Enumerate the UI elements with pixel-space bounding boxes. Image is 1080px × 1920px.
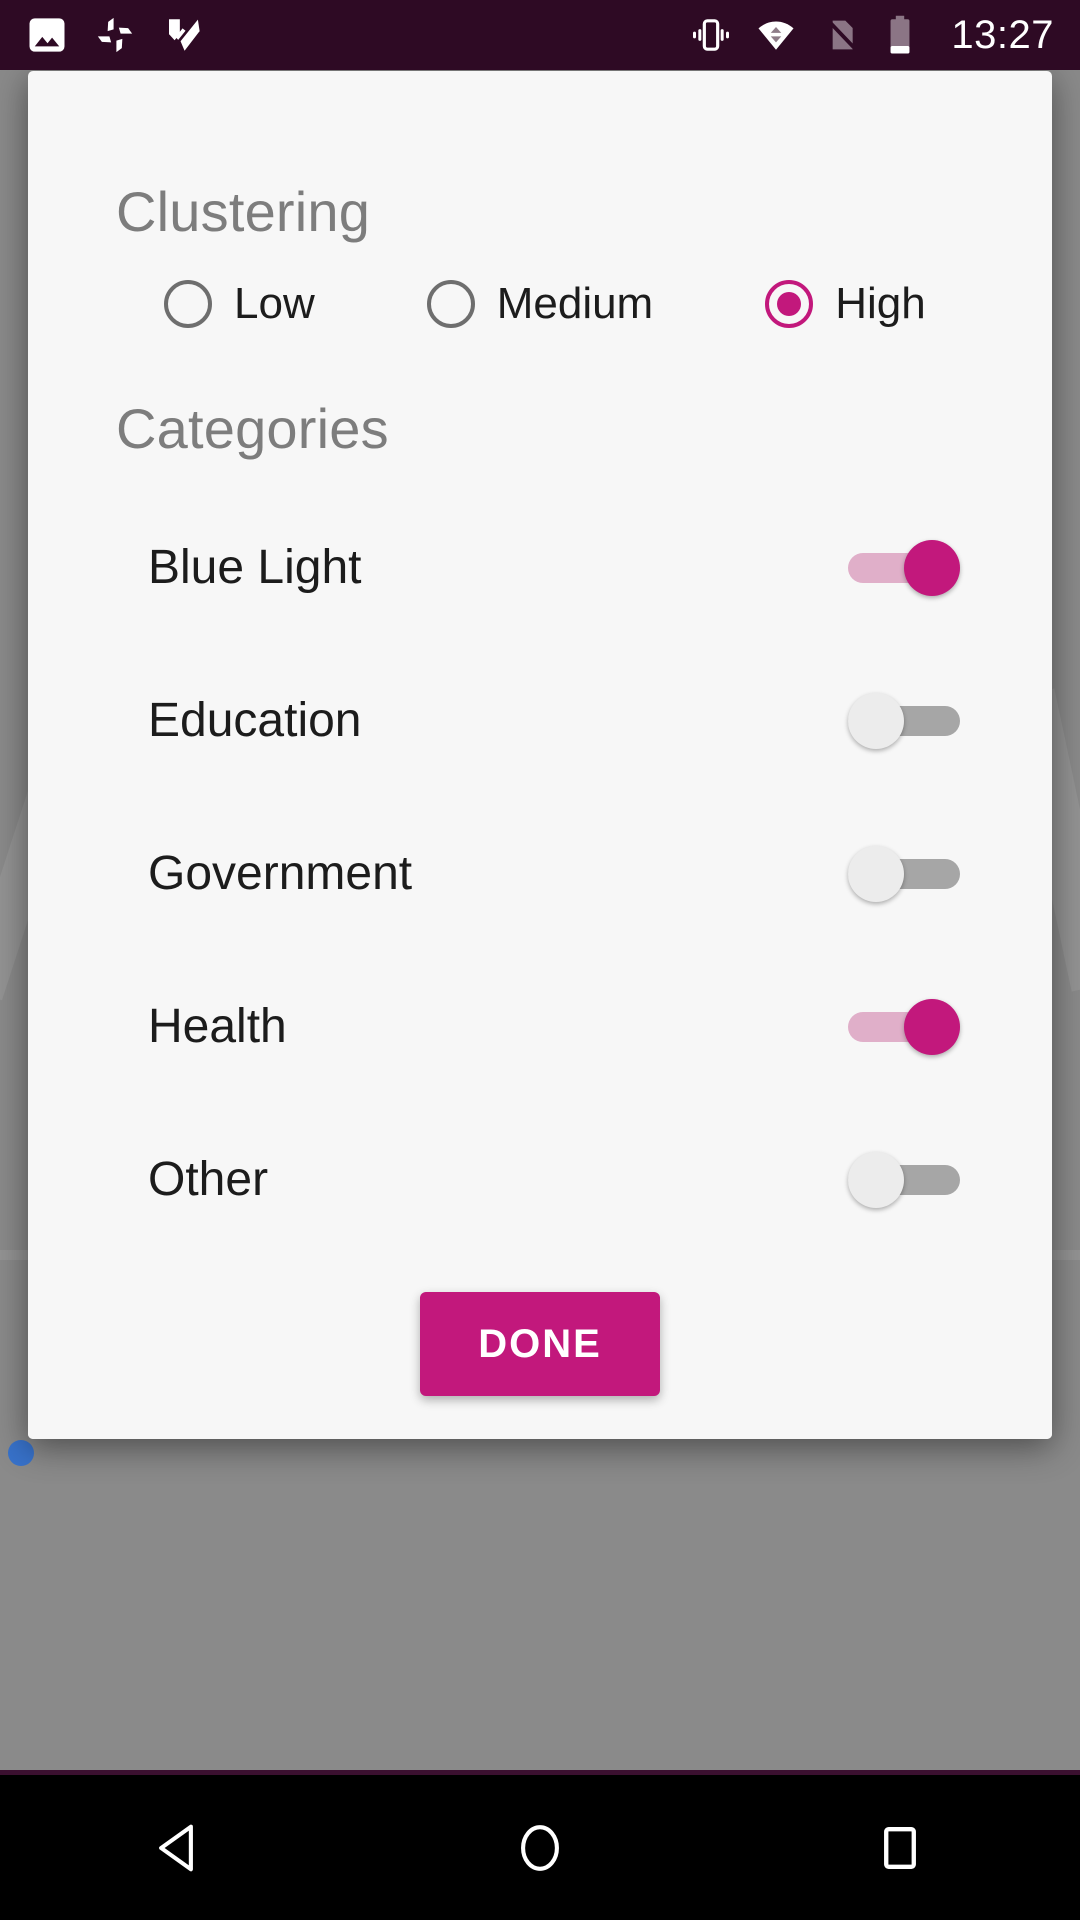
- dialog-scroll-area[interactable]: Clustering Low Medium High Categories Bl…: [28, 71, 1052, 1280]
- toggle-thumb: [904, 539, 960, 596]
- home-circle-icon: [521, 1824, 559, 1871]
- system-status-icons: 13:27: [691, 13, 1054, 58]
- no-sim-icon: [826, 18, 858, 51]
- phone-screen: 13:27 Clustering Low Medium High Categor…: [0, 0, 1080, 1920]
- category-toggle-government[interactable]: [848, 845, 960, 902]
- categories-section-title: Categories: [116, 397, 389, 460]
- checkmark-icon: [169, 19, 200, 51]
- categories-list: Blue Light Education Government Health O…: [28, 491, 1052, 1280]
- category-label: Other: [148, 1153, 269, 1206]
- category-row-health[interactable]: Health: [28, 950, 1052, 1103]
- category-toggle-health[interactable]: [848, 998, 960, 1055]
- clustering-option-label: High: [835, 279, 926, 328]
- category-label: Education: [148, 694, 362, 747]
- category-label: Government: [148, 847, 413, 900]
- recents-square-icon: [884, 1826, 916, 1869]
- clustering-settings-dialog: Clustering Low Medium High Categories Bl…: [28, 71, 1052, 1439]
- navigation-bar: [0, 1775, 1080, 1920]
- category-row-education[interactable]: Education: [28, 644, 1052, 797]
- toggle-thumb: [848, 1151, 904, 1208]
- category-toggle-other[interactable]: [848, 1151, 960, 1208]
- back-button[interactable]: [100, 1775, 260, 1920]
- image-icon: [29, 18, 65, 52]
- notification-icons: [26, 14, 204, 56]
- category-label: Health: [148, 1000, 287, 1053]
- clustering-option-low[interactable]: Low: [164, 279, 315, 329]
- back-triangle-icon: [159, 1824, 193, 1871]
- toggle-thumb: [848, 845, 904, 902]
- category-toggle-education[interactable]: [848, 692, 960, 749]
- clustering-option-label: Medium: [496, 279, 654, 328]
- toggle-thumb: [904, 998, 960, 1055]
- battery-low-icon: [890, 15, 910, 54]
- status-bar-clock: 13:27: [951, 12, 1054, 57]
- done-button[interactable]: DONE: [420, 1292, 660, 1396]
- status-bar: 13:27: [0, 0, 1080, 70]
- category-row-public[interactable]: Public: [28, 1256, 1052, 1280]
- clustering-option-medium[interactable]: Medium: [426, 279, 654, 329]
- radio-dot: [777, 292, 802, 316]
- dialog-action-bar: DONE: [28, 1280, 1052, 1439]
- category-row-government[interactable]: Government: [28, 797, 1052, 950]
- clustering-section-title: Clustering: [116, 180, 371, 243]
- wifi-icon: [758, 21, 794, 50]
- radio-unchecked-icon: [426, 280, 475, 328]
- toggle-thumb: [848, 692, 904, 749]
- category-toggle-blue-light[interactable]: [848, 539, 960, 596]
- radio-checked-icon: [765, 280, 814, 328]
- clustering-option-high[interactable]: High: [765, 279, 926, 329]
- clustering-option-label: Low: [234, 279, 315, 328]
- radio-unchecked-icon: [164, 280, 212, 328]
- vibrate-icon: [693, 19, 730, 51]
- home-button[interactable]: [460, 1775, 620, 1920]
- clustering-radio-group[interactable]: Low Medium High: [28, 279, 1052, 329]
- pinwheel-icon: [97, 17, 133, 53]
- category-row-blue-light[interactable]: Blue Light: [28, 491, 1052, 644]
- category-label: Blue Light: [148, 541, 362, 594]
- category-row-other[interactable]: Other: [28, 1103, 1052, 1256]
- map-marker: [8, 1440, 34, 1466]
- recents-button[interactable]: [820, 1775, 980, 1920]
